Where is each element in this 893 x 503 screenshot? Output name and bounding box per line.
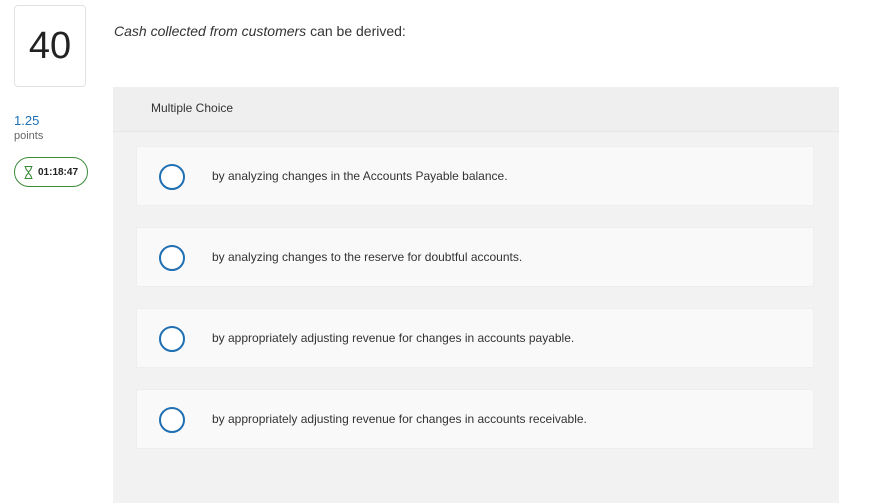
question-number: 40 <box>14 5 86 87</box>
timer-value: 01:18:47 <box>37 166 79 178</box>
radio-button[interactable] <box>159 245 185 271</box>
question-rest: can be derived: <box>306 23 406 39</box>
multiple-choice-header: Multiple Choice <box>113 87 839 132</box>
choice-option-2[interactable]: by analyzing changes to the reserve for … <box>136 227 814 287</box>
choice-label: by appropriately adjusting revenue for c… <box>212 412 587 426</box>
radio-button[interactable] <box>159 164 185 190</box>
choice-option-3[interactable]: by appropriately adjusting revenue for c… <box>136 308 814 368</box>
radio-button[interactable] <box>159 326 185 352</box>
multiple-choice-title: Multiple Choice <box>151 101 234 115</box>
points-value: 1.25 <box>14 113 40 128</box>
hourglass-icon <box>24 165 33 179</box>
radio-button[interactable] <box>159 407 185 433</box>
question-emphasis: Cash collected from customers <box>114 23 307 39</box>
choice-option-4[interactable]: by appropriately adjusting revenue for c… <box>136 389 814 449</box>
points-label: points <box>14 130 44 142</box>
choice-label: by analyzing changes in the Accounts Pay… <box>212 169 508 183</box>
choice-label: by appropriately adjusting revenue for c… <box>212 331 575 345</box>
question-text: Cash collected from customers can be der… <box>114 23 406 39</box>
timer: 01:18:47 <box>14 157 88 187</box>
multiple-choice-panel: Multiple Choice by analyzing changes in … <box>113 87 839 503</box>
choice-option-1[interactable]: by analyzing changes in the Accounts Pay… <box>136 146 814 206</box>
choice-label: by analyzing changes to the reserve for … <box>212 250 523 264</box>
